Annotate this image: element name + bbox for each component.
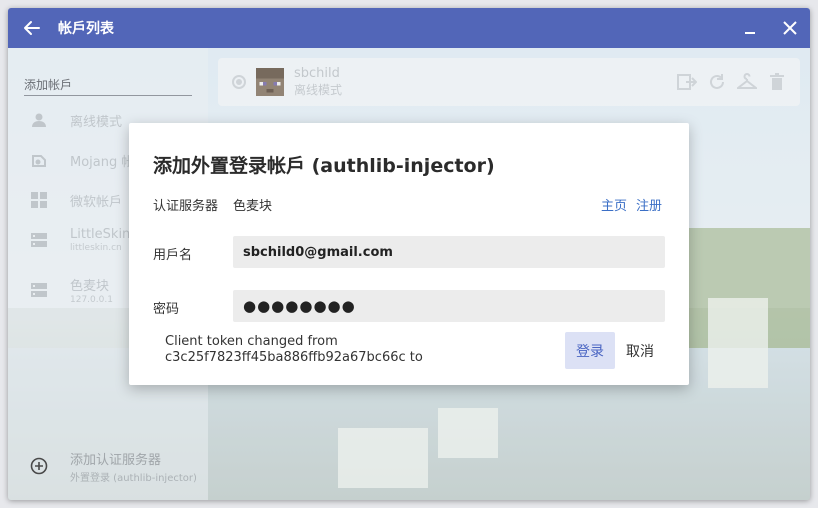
homepage-link[interactable]: 主页 <box>601 195 627 214</box>
window-title: 帐戶列表 <box>58 21 114 37</box>
title-bar: 帐戶列表 <box>8 8 810 48</box>
password-field[interactable]: ●●●●●●●● <box>233 290 665 322</box>
cancel-button[interactable]: 取消 <box>619 332 661 369</box>
username-field[interactable]: sbchild0@gmail.com <box>233 236 665 268</box>
close-button[interactable] <box>770 8 810 48</box>
password-label: 密码 <box>153 302 180 317</box>
status-message-line2: c3c25f7823ff45ba886ffb92a67bc66c to <box>165 350 423 365</box>
register-link[interactable]: 注册 <box>636 195 662 214</box>
username-label: 用戶名 <box>153 248 193 263</box>
dialog-title: 添加外置登录帐戶 (authlib-injector) <box>153 155 495 177</box>
back-button[interactable] <box>8 8 56 48</box>
arrow-left-icon <box>24 21 40 35</box>
status-message-line1: Client token changed from <box>165 334 338 349</box>
close-icon <box>783 21 797 35</box>
minimize-button[interactable] <box>730 8 770 48</box>
server-value: 色麦块 <box>233 199 273 214</box>
add-authlib-account-dialog: 添加外置登录帐戶 (authlib-injector) 认证服务器 色麦块 主页… <box>129 123 689 385</box>
status-message: Client token changed from c3c25f7823ff45… <box>165 334 423 366</box>
minimize-icon <box>745 32 755 34</box>
login-button[interactable]: 登录 <box>565 332 615 369</box>
server-label: 认证服务器 <box>153 199 219 214</box>
